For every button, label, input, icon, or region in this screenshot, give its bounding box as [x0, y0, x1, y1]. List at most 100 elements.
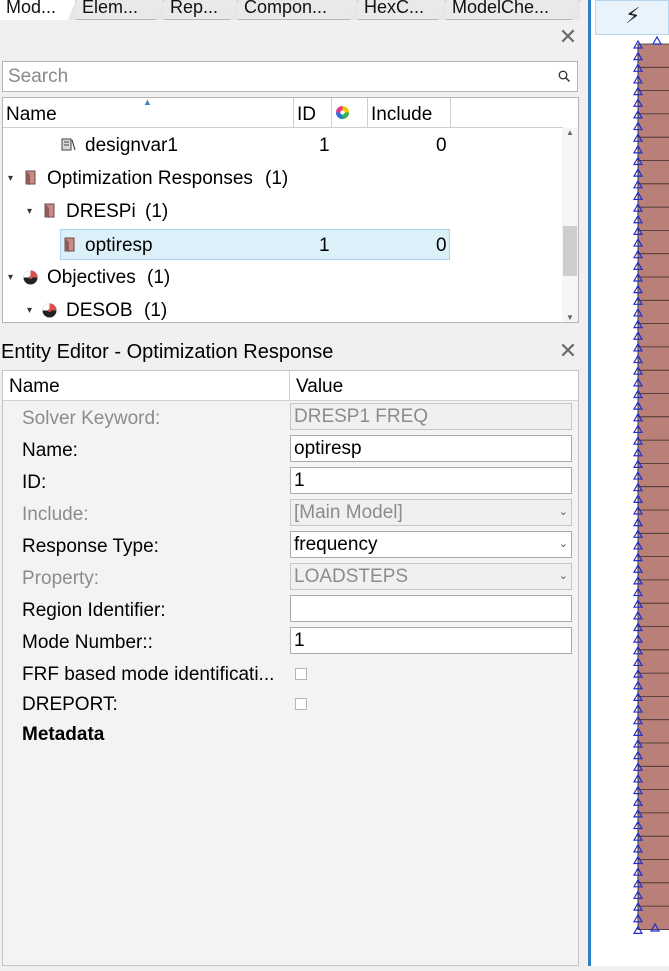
- tree-row-count: (1): [147, 267, 171, 288]
- tree-row-optimization-responses[interactable]: ▾ Optimization Responses (1): [3, 162, 563, 195]
- response-icon: [25, 170, 36, 185]
- include-select: [Main Model] ⌄: [290, 499, 572, 526]
- editor-row-id: ID: 1: [3, 465, 578, 497]
- chevron-down-icon[interactable]: ⌄: [559, 532, 568, 557]
- editor-row-label: DREPORT:: [22, 694, 118, 715]
- editor-row-response-type: Response Type: frequency ⌄: [3, 529, 578, 561]
- tree-row-include: 0: [436, 135, 447, 156]
- editor-row-label: Response Type:: [22, 536, 159, 557]
- column-header-id[interactable]: ID: [294, 98, 332, 128]
- editor-row-region-identifier: Region Identifier:: [3, 593, 578, 625]
- editor-row-label: Name:: [22, 440, 78, 461]
- tree-row-count: (1): [265, 168, 289, 189]
- tree-row-id: 1: [319, 235, 330, 256]
- expand-arrow-icon[interactable]: ▾: [27, 195, 32, 228]
- editor-row-label: FRF based mode identificati...: [22, 664, 275, 685]
- tree-scrollbar[interactable]: ▲ ▼: [562, 128, 578, 322]
- tree-row-drespi[interactable]: ▾ DRESPi (1): [3, 195, 563, 228]
- editor-row-label: Solver Keyword:: [22, 408, 161, 429]
- metadata-section-label: Metadata: [22, 724, 105, 745]
- sort-ascending-icon: ▲: [143, 97, 152, 107]
- tree-row-label: Optimization Responses: [47, 168, 253, 189]
- tree-row-label: DRESPi: [66, 201, 136, 222]
- tree-row-include: 0: [436, 235, 447, 256]
- editor-row-label: ID:: [22, 472, 47, 493]
- tree-row-objectives[interactable]: ▾ Objectives (1): [3, 261, 563, 294]
- expand-arrow-icon[interactable]: ▾: [8, 162, 13, 195]
- color-wheel-icon: [335, 105, 350, 120]
- editor-row-label: Property:: [22, 568, 100, 589]
- objective-icon: [23, 270, 38, 285]
- response-type-select[interactable]: frequency ⌄: [290, 531, 572, 558]
- tree-row-desob[interactable]: ▾ DESOB (1): [3, 294, 563, 322]
- editor-row-mode-number: Mode Number:: 1: [3, 625, 578, 657]
- close-editor-icon[interactable]: ✕: [558, 340, 578, 362]
- mode-number-input[interactable]: 1: [290, 627, 572, 654]
- tab-hexc[interactable]: HexC...: [358, 0, 446, 20]
- response-icon: [64, 237, 75, 252]
- editor-row-label: Mode Number::: [22, 632, 153, 653]
- frf-mode-identification-checkbox[interactable]: [295, 668, 307, 680]
- column-header-name[interactable]: Name ▲: [3, 98, 294, 128]
- expand-arrow-icon[interactable]: ▾: [27, 294, 32, 322]
- tree-row-id: 1: [319, 135, 330, 156]
- model-browser-tree: Name ▲ ID Include designvar1 1 0 ▾ Optim…: [2, 97, 579, 323]
- tab-component[interactable]: Compon...: [238, 0, 358, 20]
- property-select: LOADSTEPS ⌄: [290, 563, 572, 590]
- design-variable-icon: [61, 138, 76, 151]
- tree-row-optiresp[interactable]: optiresp 1 0: [60, 229, 450, 260]
- scrollbar-thumb[interactable]: [563, 226, 577, 276]
- mesh-model: [632, 35, 669, 935]
- solver-keyword-field: DRESP1 FREQ: [290, 403, 572, 430]
- tree-row-label: DESOB: [66, 300, 133, 321]
- search-icon[interactable]: [558, 70, 571, 83]
- constraint-triangle-icon: [651, 35, 663, 45]
- response-type-value: frequency: [294, 534, 378, 555]
- search-input[interactable]: [6, 65, 546, 89]
- chevron-down-icon: ⌄: [558, 506, 568, 518]
- editor-header: Name Value: [3, 371, 578, 401]
- graphics-viewport[interactable]: [591, 0, 669, 966]
- tab-modelchecker[interactable]: ModelChe...: [446, 0, 580, 20]
- editor-row-name: Name: optiresp: [3, 433, 578, 465]
- editor-row-dreport: DREPORT:: [3, 687, 578, 719]
- tree-row-count: (1): [144, 300, 168, 321]
- editor-column-value[interactable]: Value: [290, 371, 578, 401]
- tree-row-count: (1): [145, 201, 169, 222]
- scroll-down-icon[interactable]: ▼: [562, 313, 578, 322]
- entity-editor-title: Entity Editor - Optimization Response: [1, 341, 334, 363]
- editor-row-frf-mode-identification: FRF based mode identificati...: [3, 657, 578, 689]
- editor-row-include: Include: [Main Model] ⌄: [3, 497, 578, 529]
- expand-arrow-icon[interactable]: ▾: [8, 261, 13, 294]
- response-icon: [44, 203, 55, 218]
- column-header-include[interactable]: Include: [368, 98, 451, 128]
- name-input[interactable]: optiresp: [290, 435, 572, 462]
- region-identifier-input[interactable]: [290, 595, 572, 622]
- panel-tab-bar: Mod... Elem... Rep... Compon... HexC... …: [0, 0, 580, 20]
- dreport-checkbox[interactable]: [295, 698, 307, 710]
- tree-row-label: Objectives: [47, 267, 136, 288]
- include-value: [Main Model]: [294, 502, 403, 523]
- column-name-label: Name: [6, 104, 57, 125]
- tree-header: Name ▲ ID Include: [3, 98, 563, 128]
- editor-column-name[interactable]: Name: [3, 371, 290, 401]
- close-browser-icon[interactable]: ✕: [558, 26, 578, 48]
- editor-row-metadata[interactable]: Metadata: [3, 717, 578, 749]
- editor-row-label: Include:: [22, 504, 89, 525]
- tab-model[interactable]: Mod...: [0, 0, 76, 20]
- lightning-icon[interactable]: ⚡: [625, 3, 640, 29]
- tab-element[interactable]: Elem...: [76, 0, 164, 20]
- tree-row-label: optiresp: [85, 235, 153, 256]
- scroll-up-icon[interactable]: ▲: [562, 128, 578, 137]
- column-header-color[interactable]: [332, 98, 368, 128]
- tree-row-label: designvar1: [85, 135, 178, 156]
- editor-row-label: Region Identifier:: [22, 600, 166, 621]
- search-box: [2, 61, 578, 92]
- editor-row-solver-keyword: Solver Keyword: DRESP1 FREQ: [3, 401, 578, 433]
- tab-reports[interactable]: Rep...: [164, 0, 238, 20]
- tree-row-designvar1[interactable]: designvar1 1 0: [3, 129, 563, 162]
- id-input[interactable]: 1: [290, 467, 572, 494]
- property-value: LOADSTEPS: [294, 566, 409, 587]
- entity-editor: Name Value Solver Keyword: DRESP1 FREQ N…: [2, 370, 579, 966]
- editor-row-property: Property: LOADSTEPS ⌄: [3, 561, 578, 593]
